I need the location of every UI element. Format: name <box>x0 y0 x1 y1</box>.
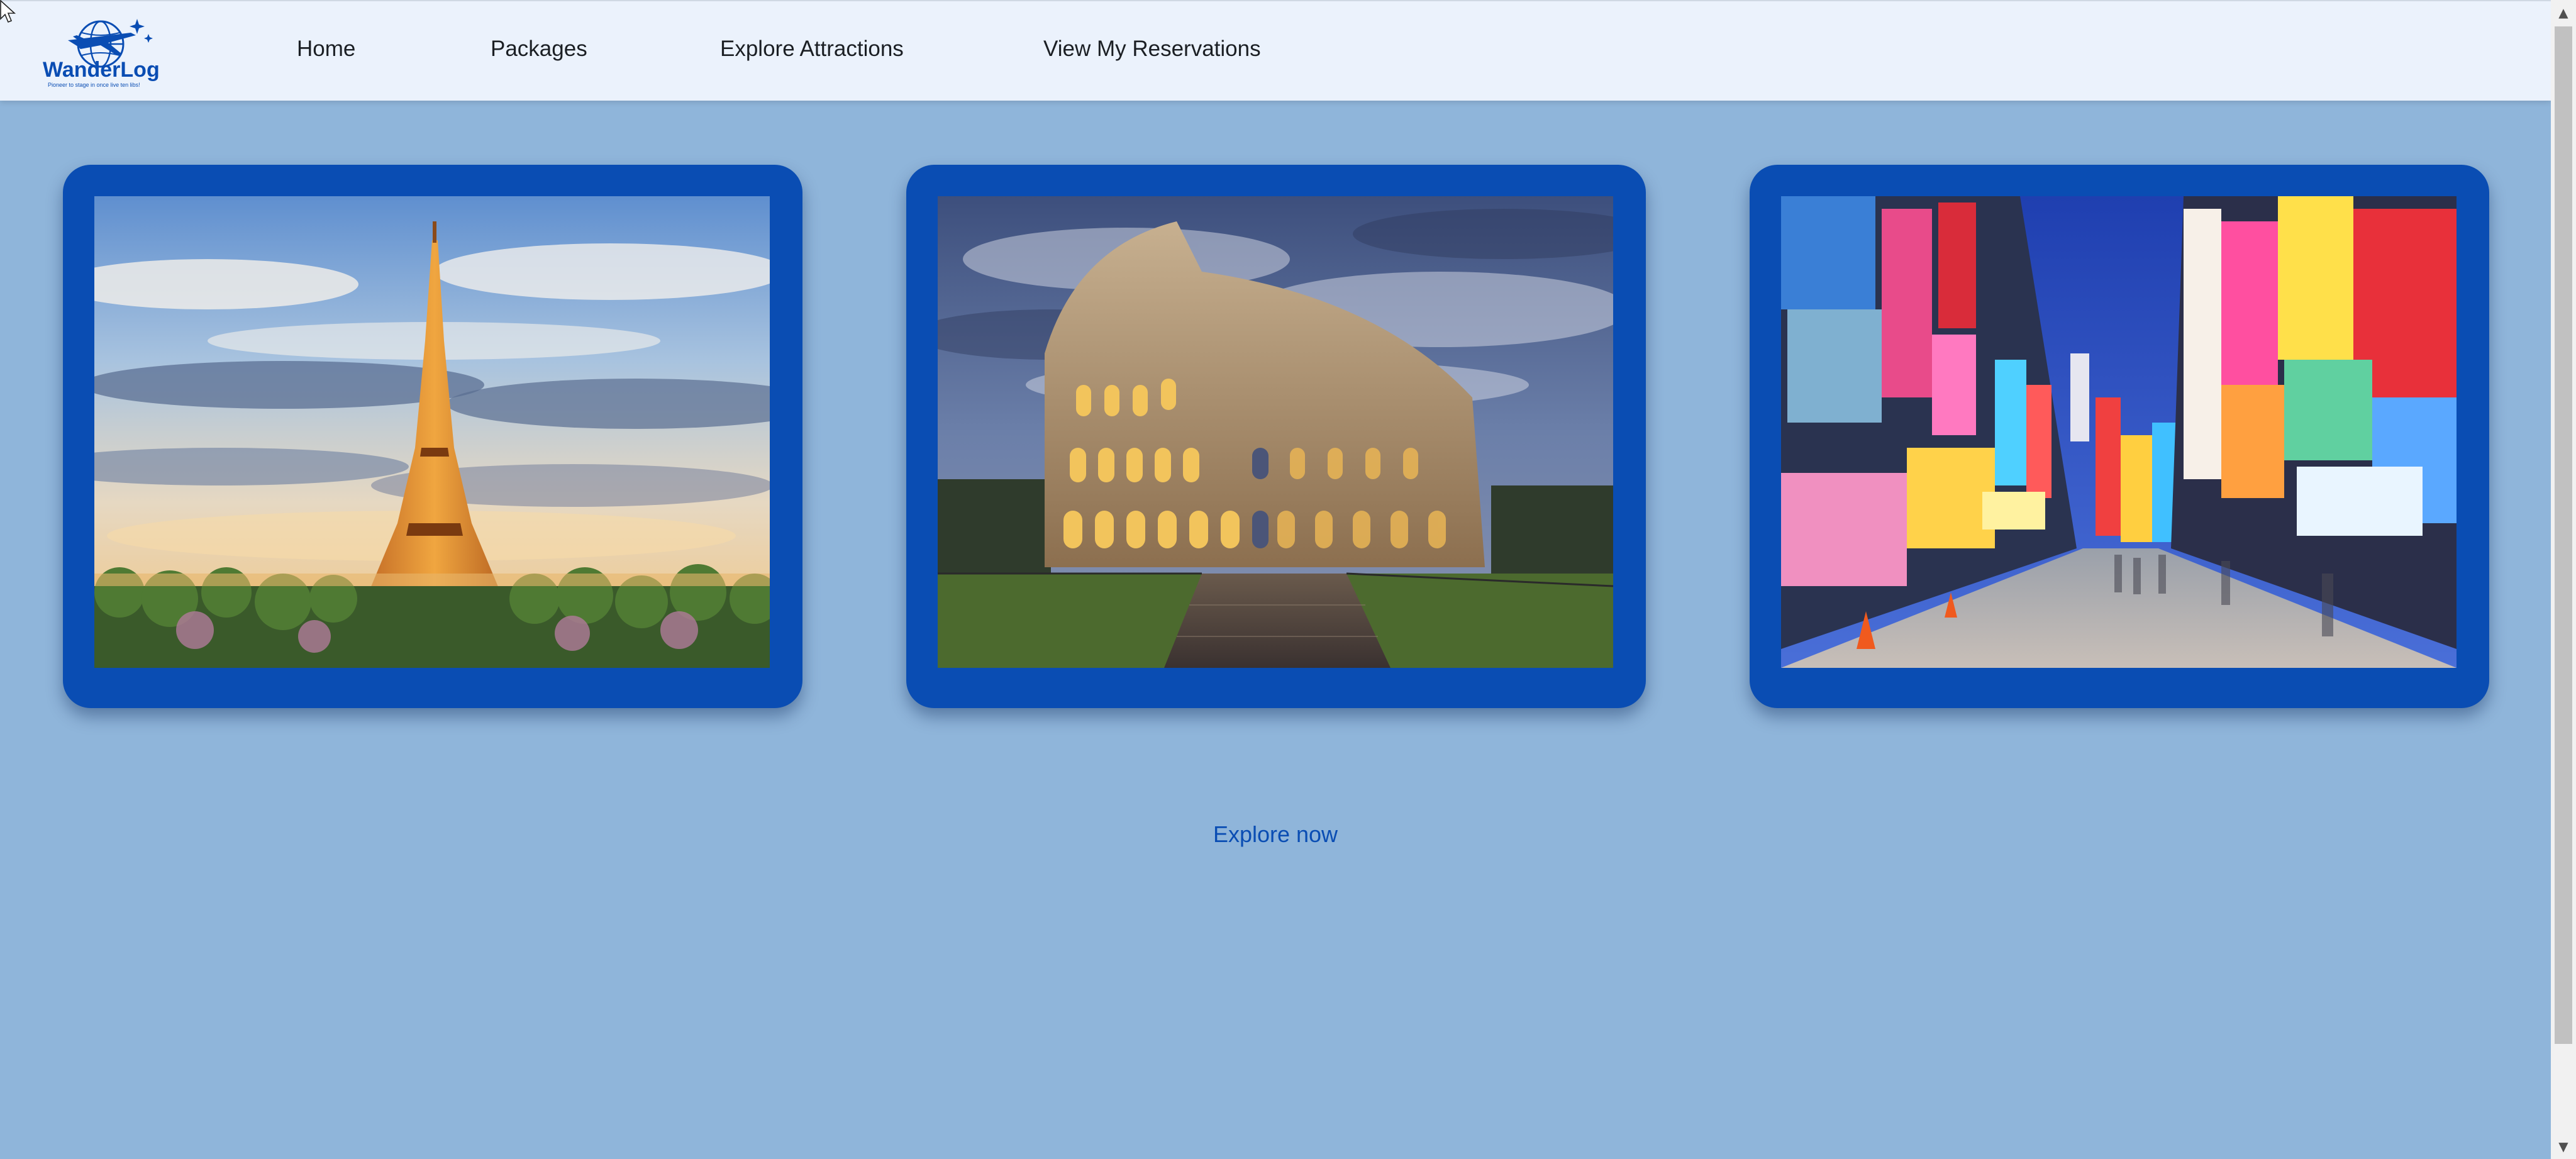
page-viewport: WanderLog Pioneer to stage in once live … <box>0 0 2551 1159</box>
destination-card-rome[interactable] <box>906 165 1646 708</box>
nav-packages[interactable]: Packages <box>491 35 587 63</box>
nav-home[interactable]: Home <box>297 35 355 63</box>
vertical-scrollbar[interactable]: ▲ ▼ <box>2551 0 2576 1159</box>
destination-card-paris[interactable] <box>63 165 802 708</box>
explore-now-row: Explore now <box>0 821 2551 848</box>
eiffel-tower-photo <box>94 196 770 668</box>
destination-card-tokyo[interactable] <box>1750 165 2489 708</box>
explore-now-link[interactable]: Explore now <box>1213 821 1338 847</box>
top-navbar: WanderLog Pioneer to stage in once live … <box>0 0 2551 101</box>
nav-view-my-reservations[interactable]: View My Reservations <box>1043 35 1261 63</box>
scroll-down-arrow-icon[interactable]: ▼ <box>2551 1134 2576 1159</box>
brand-logo[interactable]: WanderLog Pioneer to stage in once live … <box>43 14 162 91</box>
nav-explore-attractions[interactable]: Explore Attractions <box>720 35 904 63</box>
scroll-up-arrow-icon[interactable]: ▲ <box>2551 0 2576 25</box>
scrollbar-thumb[interactable] <box>2555 26 2572 1044</box>
brand-name: WanderLog <box>43 58 160 82</box>
brand-tagline: Pioneer to stage in once live ten libs! <box>48 82 140 88</box>
neon-city-street-photo <box>1781 196 2457 668</box>
colosseum-photo <box>938 196 1613 668</box>
globe-airplane-icon: WanderLog Pioneer to stage in once live … <box>43 19 160 88</box>
